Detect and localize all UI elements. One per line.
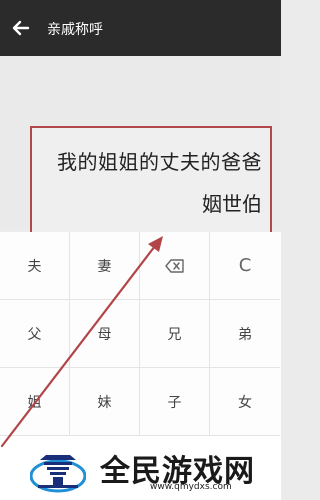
annotation-arrow [0,236,163,448]
